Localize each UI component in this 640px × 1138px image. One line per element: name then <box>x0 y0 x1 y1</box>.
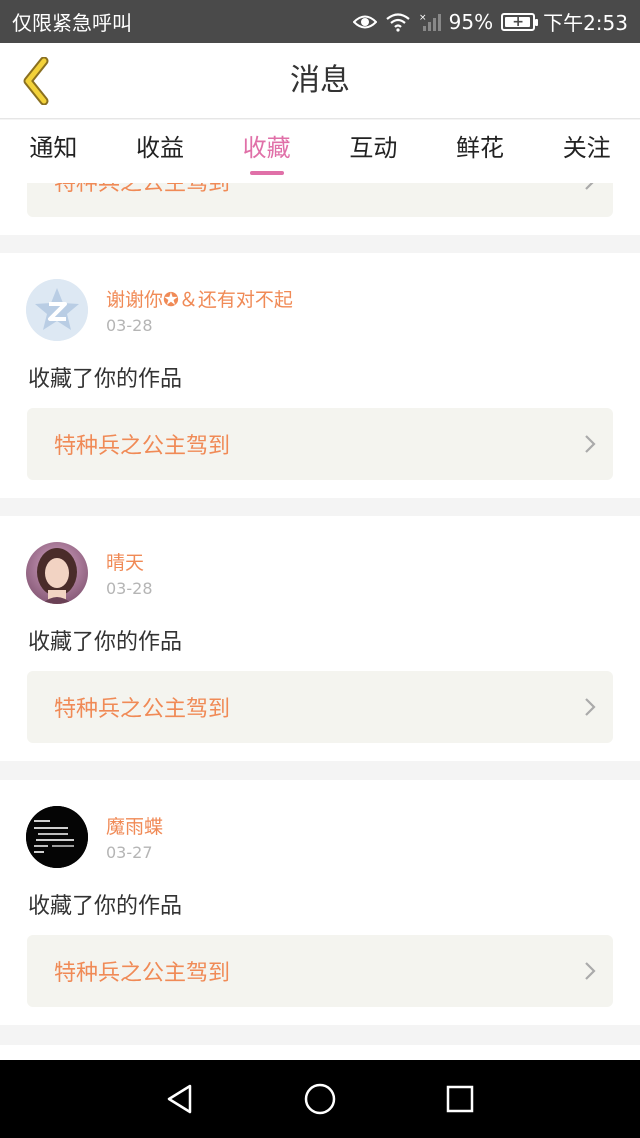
tab-label: 互动 <box>349 134 398 162</box>
user-name: 魔雨蝶 <box>106 816 164 838</box>
carrier-text: 仅限紧急呼叫 <box>12 11 132 35</box>
work-title: 特种兵之公主驾到 <box>54 434 231 459</box>
app-screen: 仅限紧急呼叫 × 95% + 下午2:53 消息 通知 收益 收藏 互动 鲜花 … <box>0 0 640 1138</box>
header: 消息 <box>0 43 640 119</box>
tab-bar: 通知 收益 收藏 互动 鲜花 关注 <box>0 120 640 183</box>
eye-icon <box>352 15 377 28</box>
chevron-right-icon <box>567 696 613 718</box>
avatar[interactable] <box>26 542 88 604</box>
wifi-icon <box>385 12 410 32</box>
message-date: 03-28 <box>106 579 153 598</box>
work-title: 特种兵之公主驾到 <box>54 183 231 196</box>
tab-interaction[interactable]: 互动 <box>320 120 427 183</box>
work-link[interactable]: 特种兵之公主驾到 <box>27 183 613 217</box>
photo-avatar-icon <box>26 542 88 604</box>
dark-text-avatar-icon <box>26 806 88 868</box>
signal-icon: × <box>419 13 441 31</box>
work-link[interactable]: 特种兵之公主驾到 <box>27 671 613 743</box>
tab-label: 通知 <box>29 134 78 162</box>
chevron-right-icon <box>567 433 613 455</box>
battery-percent: 95% <box>448 9 494 34</box>
chevron-right-icon <box>567 960 613 982</box>
circle-home-icon <box>304 1083 336 1115</box>
status-icons: × 95% + 下午2:53 <box>352 7 628 36</box>
message-card: 谢谢你✪＆还有对不起 03-28 收藏了你的作品 特种兵之公主驾到 <box>0 253 640 498</box>
triangle-back-icon <box>167 1084 192 1114</box>
avatar[interactable] <box>26 279 88 341</box>
message-action: 收藏了你的作品 <box>28 367 183 392</box>
tab-label: 鲜花 <box>456 134 505 162</box>
star-z-avatar-icon <box>26 279 88 341</box>
tab-label: 关注 <box>562 134 611 162</box>
tab-label: 收益 <box>136 134 184 162</box>
message-action: 收藏了你的作品 <box>28 894 183 919</box>
svg-text:×: × <box>419 13 427 23</box>
avatar[interactable] <box>26 806 88 868</box>
message-card: 晴天 03-28 收藏了你的作品 特种兵之公主驾到 <box>0 516 640 761</box>
tab-label: 收藏 <box>242 134 291 162</box>
status-bar: 仅限紧急呼叫 × 95% + 下午2:53 <box>0 0 640 43</box>
chevron-right-icon <box>567 183 613 192</box>
message-date: 03-27 <box>106 843 153 862</box>
work-title: 特种兵之公主驾到 <box>54 961 231 986</box>
tab-favorites[interactable]: 收藏 <box>213 120 320 183</box>
system-nav-bar <box>0 1060 640 1138</box>
active-tab-indicator <box>249 171 284 175</box>
message-card: 魔雨蝶 03-27 收藏了你的作品 特种兵之公主驾到 <box>0 780 640 1025</box>
work-link[interactable]: 特种兵之公主驾到 <box>27 408 613 480</box>
tab-earnings[interactable]: 收益 <box>107 120 214 183</box>
clock: 下午2:53 <box>543 11 628 35</box>
battery-icon: + <box>501 12 539 31</box>
message-date: 03-28 <box>106 316 153 335</box>
work-title: 特种兵之公主驾到 <box>54 697 231 722</box>
tab-follow[interactable]: 关注 <box>533 120 640 183</box>
page-title: 消息 <box>290 63 350 98</box>
nav-back-button[interactable] <box>150 1069 210 1129</box>
user-name: 谢谢你✪＆还有对不起 <box>106 289 293 311</box>
message-card-partial: 特种兵之公主驾到 <box>0 183 640 235</box>
user-name: 晴天 <box>106 552 145 574</box>
message-card-next <box>0 1045 640 1060</box>
tab-notice[interactable]: 通知 <box>0 120 107 183</box>
message-action: 收藏了你的作品 <box>28 630 183 655</box>
tab-flowers[interactable]: 鲜花 <box>427 120 534 183</box>
nav-home-button[interactable] <box>290 1069 350 1129</box>
square-recents-icon <box>446 1085 474 1113</box>
nav-recents-button[interactable] <box>430 1069 490 1129</box>
work-link[interactable]: 特种兵之公主驾到 <box>27 935 613 1007</box>
message-list[interactable]: 特种兵之公主驾到 谢谢你✪＆还有对不起 03-28 收藏了你的作品 特种兵之公主… <box>0 183 640 1060</box>
